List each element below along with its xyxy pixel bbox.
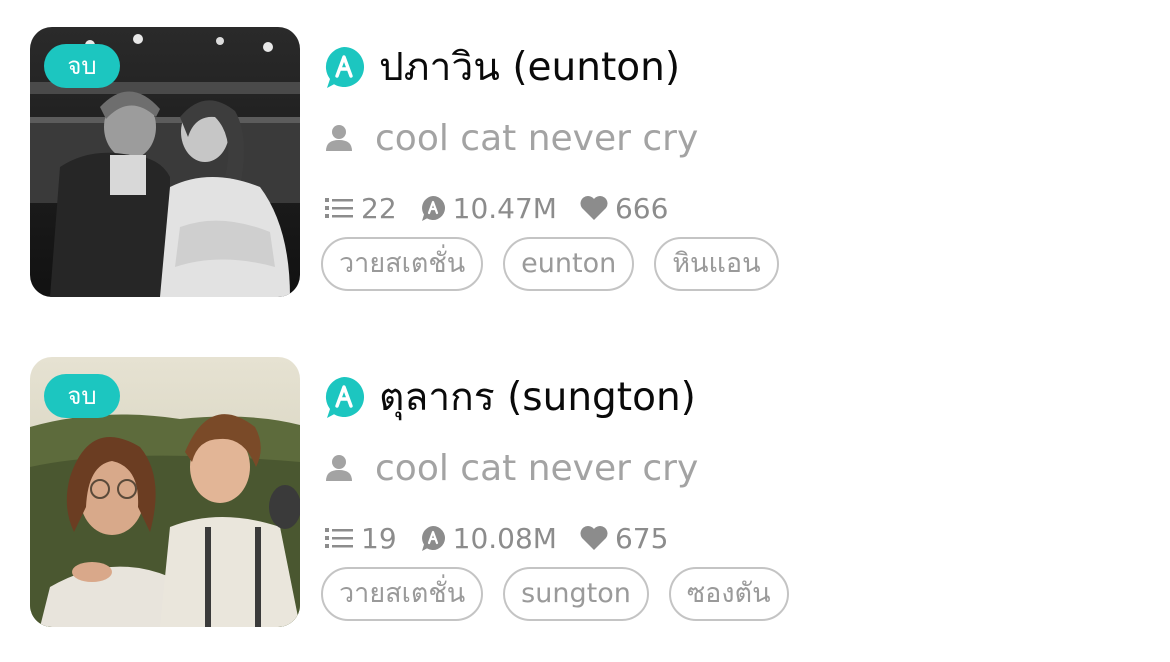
story-info: ปภาวิน (eunton) cool cat never cry 22 10… xyxy=(321,27,1121,297)
list-icon xyxy=(325,198,353,218)
stats-row: 22 10.47M 666 xyxy=(325,188,690,228)
view-count: 10.47M xyxy=(419,192,557,225)
chapter-count-value: 19 xyxy=(361,521,397,555)
tag-chip[interactable]: ซองตัน xyxy=(668,567,789,621)
list-icon xyxy=(325,528,353,548)
stats-row: 19 10.08M 675 xyxy=(325,518,690,558)
story-cover-image[interactable]: จบ xyxy=(30,27,300,297)
status-badge: จบ xyxy=(44,374,120,418)
chapter-count: 19 xyxy=(325,522,397,555)
app-logo-icon xyxy=(321,44,367,90)
story-title[interactable]: ตุลากร (sungton) xyxy=(379,366,696,428)
tag-chip[interactable]: วายสเตชั่น xyxy=(321,567,484,621)
tag-list: วายสเตชั่น eunton หินแอน xyxy=(321,237,799,291)
person-icon xyxy=(325,453,353,483)
author-row[interactable]: cool cat never cry xyxy=(325,113,698,163)
view-count-value: 10.47M xyxy=(452,191,557,225)
title-row[interactable]: ปภาวิน (eunton) xyxy=(321,41,680,93)
story-title[interactable]: ปภาวิน (eunton) xyxy=(379,36,680,98)
story-card[interactable]: จบ ตุลากร (sungton) cool cat never cry 1… xyxy=(30,357,1130,627)
story-cover-image[interactable]: จบ xyxy=(30,357,300,627)
story-info: ตุลากร (sungton) cool cat never cry 19 1… xyxy=(321,357,1121,627)
view-count-icon xyxy=(421,196,445,221)
tag-chip[interactable]: หินแอน xyxy=(654,237,779,291)
tag-list: วายสเตชั่น sungton ซองตัน xyxy=(321,567,809,621)
heart-icon xyxy=(580,196,608,220)
chapter-count: 22 xyxy=(325,192,397,225)
status-badge: จบ xyxy=(44,44,120,88)
story-card[interactable]: จบ ปภาวิน (eunton) cool cat never cry 22… xyxy=(30,27,1130,297)
tag-chip[interactable]: eunton xyxy=(503,237,635,291)
tag-chip[interactable]: sungton xyxy=(503,567,649,621)
like-count: 675 xyxy=(579,522,668,555)
chapter-count-value: 22 xyxy=(361,191,397,225)
tag-chip[interactable]: วายสเตชั่น xyxy=(321,237,484,291)
view-count: 10.08M xyxy=(419,522,557,555)
heart-icon xyxy=(580,526,608,550)
like-count-value: 666 xyxy=(614,191,669,225)
view-count-value: 10.08M xyxy=(452,521,557,555)
title-row[interactable]: ตุลากร (sungton) xyxy=(321,371,696,423)
app-logo-icon xyxy=(321,374,367,420)
person-icon xyxy=(325,123,353,153)
like-count: 666 xyxy=(579,192,668,225)
author-row[interactable]: cool cat never cry xyxy=(325,443,698,493)
author-name[interactable]: cool cat never cry xyxy=(375,118,698,159)
view-count-icon xyxy=(421,526,445,551)
like-count-value: 675 xyxy=(614,521,669,555)
author-name[interactable]: cool cat never cry xyxy=(375,448,698,489)
